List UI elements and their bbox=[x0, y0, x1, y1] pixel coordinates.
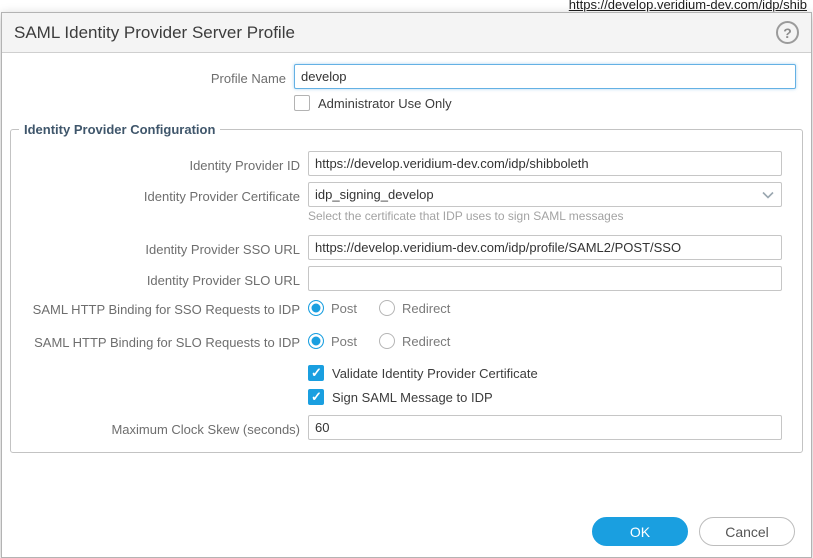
dialog-body: Profile Name Administrator Use Only Iden… bbox=[2, 53, 811, 557]
help-icon[interactable]: ? bbox=[776, 21, 799, 44]
idp-id-row: Identity Provider ID bbox=[11, 151, 802, 176]
slo-url-label: Identity Provider SLO URL bbox=[11, 268, 308, 289]
slo-binding-label: SAML HTTP Binding for SLO Requests to ID… bbox=[11, 330, 308, 351]
idp-id-label: Identity Provider ID bbox=[11, 153, 308, 174]
sso-url-input[interactable] bbox=[308, 235, 782, 260]
radio-unselected-icon bbox=[379, 300, 395, 316]
idp-cert-value: idp_signing_develop bbox=[315, 187, 434, 202]
validate-cert-checkbox[interactable] bbox=[308, 365, 324, 381]
sso-binding-redirect-option[interactable]: Redirect bbox=[379, 300, 450, 316]
clock-skew-input[interactable] bbox=[308, 415, 782, 440]
idp-cert-row: Identity Provider Certificate idp_signin… bbox=[11, 182, 802, 207]
idp-cert-label: Identity Provider Certificate bbox=[11, 184, 308, 205]
profile-name-input[interactable] bbox=[294, 64, 796, 89]
sign-saml-label: Sign SAML Message to IDP bbox=[332, 390, 493, 405]
sso-binding-row: SAML HTTP Binding for SSO Requests to ID… bbox=[11, 297, 802, 318]
background-link[interactable]: https://develop.veridium-dev.com/idp/shi… bbox=[569, 0, 807, 12]
dialog-title: SAML Identity Provider Server Profile bbox=[14, 23, 776, 43]
sso-binding-label: SAML HTTP Binding for SSO Requests to ID… bbox=[11, 297, 308, 318]
admin-only-row: Administrator Use Only bbox=[2, 95, 811, 113]
sso-binding-post-option[interactable]: Post bbox=[308, 300, 357, 316]
idp-cert-select[interactable]: idp_signing_develop bbox=[308, 182, 782, 207]
dialog-header: SAML Identity Provider Server Profile ? bbox=[2, 13, 811, 53]
chevron-down-icon bbox=[761, 188, 775, 202]
sso-url-row: Identity Provider SSO URL bbox=[11, 235, 802, 260]
slo-binding-post-option[interactable]: Post bbox=[308, 333, 357, 349]
idp-cert-hint-row: Select the certificate that IDP uses to … bbox=[11, 207, 802, 235]
clock-skew-row: Maximum Clock Skew (seconds) bbox=[11, 415, 802, 440]
sso-url-label: Identity Provider SSO URL bbox=[11, 237, 308, 258]
saml-idp-profile-dialog: SAML Identity Provider Server Profile ? … bbox=[1, 12, 812, 558]
validate-cert-label: Validate Identity Provider Certificate bbox=[332, 366, 538, 381]
radio-unselected-icon bbox=[379, 333, 395, 349]
clock-skew-label: Maximum Clock Skew (seconds) bbox=[11, 417, 308, 438]
sign-saml-checkbox[interactable] bbox=[308, 389, 324, 405]
radio-selected-icon bbox=[308, 333, 324, 349]
radio-selected-icon bbox=[308, 300, 324, 316]
cancel-button[interactable]: Cancel bbox=[699, 517, 795, 546]
idp-id-input[interactable] bbox=[308, 151, 782, 176]
validate-cert-row: Validate Identity Provider Certificate bbox=[11, 365, 802, 389]
sign-saml-row: Sign SAML Message to IDP bbox=[11, 389, 802, 413]
slo-binding-row: SAML HTTP Binding for SLO Requests to ID… bbox=[11, 330, 802, 351]
ok-button[interactable]: OK bbox=[592, 517, 688, 546]
profile-name-label: Profile Name bbox=[2, 66, 294, 87]
idp-configuration-fieldset: Identity Provider Configuration Identity… bbox=[10, 122, 803, 453]
slo-url-row: Identity Provider SLO URL bbox=[11, 266, 802, 291]
slo-binding-redirect-option[interactable]: Redirect bbox=[379, 333, 450, 349]
dialog-footer: OK Cancel bbox=[592, 517, 795, 546]
idp-cert-hint: Select the certificate that IDP uses to … bbox=[308, 207, 782, 223]
idp-configuration-legend: Identity Provider Configuration bbox=[19, 122, 220, 137]
profile-name-row: Profile Name bbox=[2, 64, 811, 89]
admin-only-label: Administrator Use Only bbox=[318, 96, 452, 111]
slo-url-input[interactable] bbox=[308, 266, 782, 291]
admin-only-checkbox[interactable] bbox=[294, 95, 310, 111]
